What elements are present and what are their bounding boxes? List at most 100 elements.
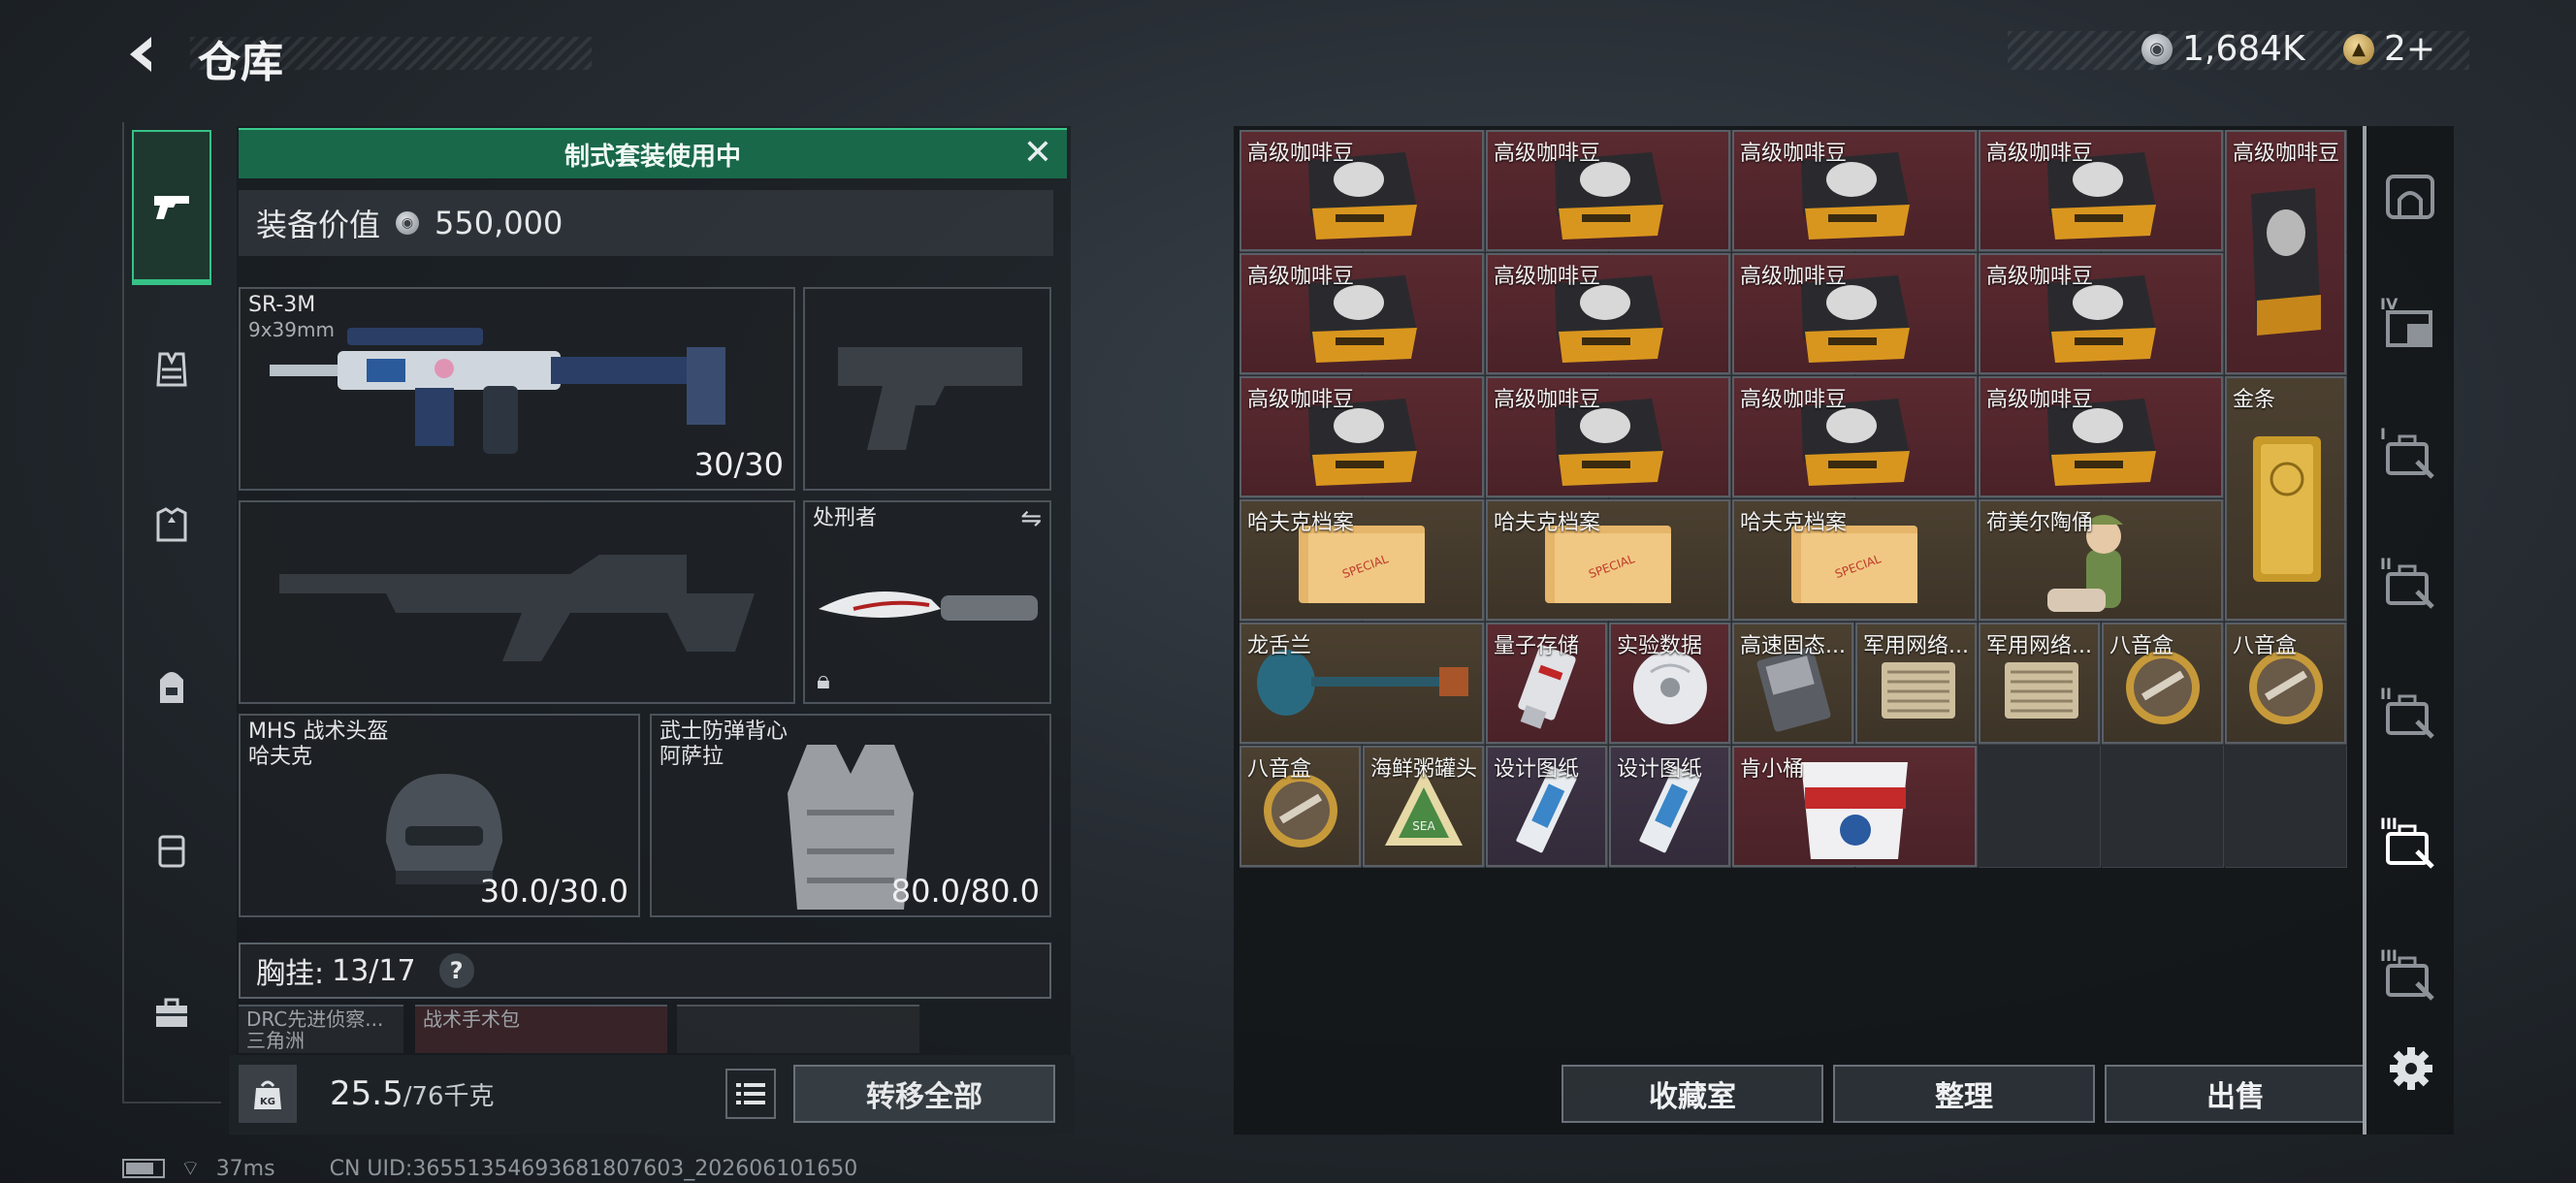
- storage-item[interactable]: 八音盒: [2102, 623, 2223, 744]
- storage-item[interactable]: 高级咖啡豆: [1240, 253, 1484, 374]
- item-name: 荷美尔陶俑: [1986, 511, 2094, 535]
- collection-room-button[interactable]: 收藏室: [1562, 1065, 1823, 1123]
- toolbox-icon: [156, 998, 187, 1027]
- storage-item[interactable]: 高级咖啡豆: [1240, 376, 1484, 497]
- currency-gold[interactable]: ▲ 2+: [2343, 29, 2435, 69]
- storage-item[interactable]: 肯小桶: [1732, 746, 1977, 867]
- vault-icon: [2386, 175, 2434, 219]
- grid-cell[interactable]: [2225, 746, 2347, 868]
- tab-firearms[interactable]: [132, 130, 211, 285]
- tab-rig[interactable]: [132, 811, 211, 890]
- storage-item[interactable]: 哈夫克档案 SPECIAL: [1240, 499, 1484, 621]
- filter-tab[interactable]: [2374, 159, 2446, 231]
- filter-tab[interactable]: III: [2374, 809, 2446, 880]
- chest-rig-row[interactable]: 胸挂: 13/17 ?: [239, 943, 1051, 999]
- storage-item[interactable]: 量子存储: [1486, 623, 1607, 744]
- item-name: 哈夫克档案: [1494, 511, 1601, 535]
- body-armor-slot[interactable]: 武士防弹背心 阿萨拉 80.0/80.0: [650, 714, 1051, 917]
- storage-item[interactable]: 设计图纸: [1486, 746, 1607, 867]
- helmet-name: MHS 战术头盔: [248, 719, 389, 744]
- storage-item[interactable]: 高级咖啡豆: [1486, 130, 1730, 251]
- storage-item[interactable]: 龙舌兰: [1240, 623, 1484, 744]
- helmet-brand: 哈夫克: [248, 745, 313, 769]
- page-title: 仓库: [198, 38, 283, 87]
- rifle-silhouette-icon: [279, 555, 755, 661]
- helmet-slot[interactable]: MHS 战术头盔 哈夫克 30.0/30.0: [239, 714, 640, 917]
- storage-item[interactable]: 高级咖啡豆: [1486, 253, 1730, 374]
- tier-label: II: [2380, 685, 2392, 703]
- storage-item[interactable]: 哈夫克档案 SPECIAL: [1486, 499, 1730, 621]
- storage-item[interactable]: 八音盒: [1240, 746, 1361, 867]
- storage-item[interactable]: 海鲜粥罐头 SEA: [1363, 746, 1484, 867]
- currency-silver[interactable]: ◉ 1,684K: [2141, 29, 2305, 69]
- storage-item[interactable]: 军用网络...: [1855, 623, 1977, 744]
- storage-item[interactable]: 哈夫克档案 SPECIAL: [1732, 499, 1977, 621]
- tab-armor[interactable]: [132, 485, 211, 564]
- item-name: 高级咖啡豆: [1986, 265, 2094, 289]
- item-name: 高级咖啡豆: [1494, 142, 1601, 166]
- storage-item[interactable]: 高级咖啡豆: [1979, 253, 2223, 374]
- kg-label: KG: [260, 1097, 275, 1107]
- melee-slot[interactable]: 处刑者 ⇋ 🔒︎: [803, 500, 1051, 704]
- rifle-icon: [270, 328, 725, 454]
- equip-value-amount: 550,000: [435, 205, 564, 241]
- storage-item[interactable]: 八音盒: [2225, 623, 2346, 744]
- equip-value-label: 装备价值: [256, 207, 381, 243]
- storage-item[interactable]: 高级咖啡豆: [1486, 376, 1730, 497]
- item-name: 哈夫克档案: [1247, 511, 1355, 535]
- storage-item[interactable]: 金条: [2225, 376, 2346, 621]
- grid-cell[interactable]: [2102, 746, 2224, 868]
- storage-item[interactable]: 军用网络...: [1979, 623, 2100, 744]
- primary-weapon-slot[interactable]: SR-3M 9x39mm 30/30: [239, 287, 795, 491]
- storage-item[interactable]: 高速固态...: [1732, 623, 1853, 744]
- tier-label: III: [2380, 815, 2398, 833]
- transfer-all-button[interactable]: 转移全部: [793, 1065, 1055, 1123]
- tier-label: III: [2380, 946, 2398, 965]
- storage-item[interactable]: 实验数据: [1609, 623, 1730, 744]
- storage-item[interactable]: 荷美尔陶俑: [1979, 499, 2223, 621]
- filter-tab[interactable]: III: [2374, 941, 2446, 1012]
- weight-current: 25.5: [330, 1074, 403, 1113]
- sell-button[interactable]: 出售: [2105, 1065, 2367, 1123]
- pouch-slot-1[interactable]: DRC先进侦察... 三角洲: [239, 1005, 403, 1053]
- storage-item[interactable]: 高级咖啡豆: [1979, 130, 2223, 251]
- item-name: 高级咖啡豆: [1247, 265, 1355, 289]
- sidearm-slot[interactable]: [803, 287, 1051, 491]
- tab-vest[interactable]: [132, 330, 211, 409]
- vest-icon: [156, 352, 187, 387]
- item-name: 高级咖啡豆: [2233, 142, 2340, 166]
- storage-item[interactable]: 高级咖啡豆: [1979, 376, 2223, 497]
- help-icon[interactable]: ?: [438, 953, 474, 988]
- filter-tab[interactable]: I: [2374, 419, 2446, 491]
- storage-item[interactable]: 高级咖啡豆: [1732, 376, 1977, 497]
- item-name: 高级咖啡豆: [1740, 265, 1848, 289]
- list-view-button[interactable]: [725, 1069, 776, 1119]
- pouch-slot-3[interactable]: [677, 1005, 919, 1053]
- pouch-sub: 三角洲: [246, 1029, 305, 1052]
- storage-item[interactable]: 高级咖啡豆: [2225, 130, 2346, 374]
- storage-item[interactable]: 高级咖啡豆: [1732, 253, 1977, 374]
- item-name: 军用网络...: [1986, 634, 2092, 658]
- helmet-durability: 30.0/30.0: [479, 873, 628, 910]
- storage-item[interactable]: 高级咖啡豆: [1732, 130, 1977, 251]
- item-name: 哈夫克档案: [1740, 511, 1848, 535]
- back-button[interactable]: [114, 27, 173, 81]
- grid-cell[interactable]: [1979, 746, 2101, 868]
- case-icon: [2386, 434, 2434, 479]
- tab-toolbox[interactable]: [132, 974, 211, 1053]
- secondary-weapon-slot[interactable]: [239, 500, 795, 704]
- close-icon[interactable]: ✕: [1016, 130, 1059, 175]
- filter-tab[interactable]: IV: [2374, 289, 2446, 361]
- pouch-slot-2[interactable]: 战术手术包: [415, 1005, 667, 1053]
- lock-icon: 🔒︎: [817, 666, 830, 695]
- filter-tab[interactable]: II: [2374, 549, 2446, 621]
- storage-item[interactable]: 高级咖啡豆: [1240, 130, 1484, 251]
- filter-tab[interactable]: II: [2374, 679, 2446, 751]
- swap-icon[interactable]: ⇋: [1020, 504, 1042, 533]
- tab-backpack[interactable]: [132, 648, 211, 727]
- storage-item[interactable]: 设计图纸: [1609, 746, 1730, 867]
- sort-button[interactable]: 整理: [1833, 1065, 2095, 1123]
- rig-icon: [158, 835, 185, 868]
- ping: 37ms: [215, 1156, 275, 1181]
- settings-button[interactable]: [2384, 1041, 2438, 1096]
